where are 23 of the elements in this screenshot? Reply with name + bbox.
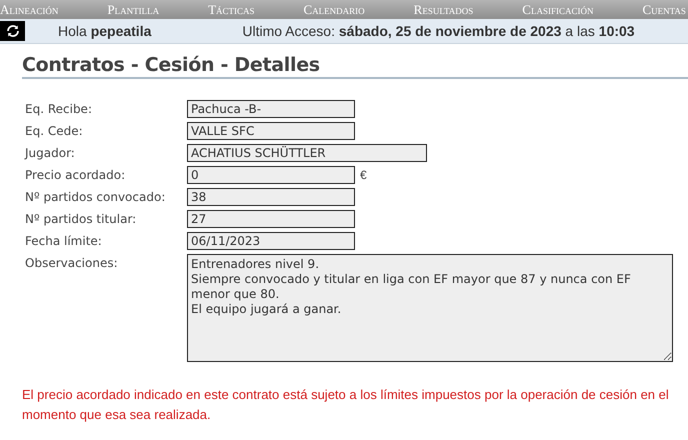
- field-label: Observaciones:: [25, 255, 119, 272]
- input-field[interactable]: VALLE SFC: [187, 122, 355, 140]
- field-label: Nº partidos convocado:: [25, 189, 166, 206]
- input-field[interactable]: 38: [187, 188, 355, 206]
- notes-field[interactable]: Entrenadores nivel 9. Siempre convocado y titular en liga con EF mayor que 87 y nunca con EF menor que 80. El equipo jugará a ganar.: [187, 254, 673, 362]
- input-field[interactable]: 27: [187, 210, 355, 228]
- last-access-text: Ultimo Acceso: sábado, 25 de noviembre de 2023 a las 10:03: [242, 23, 635, 39]
- unit-text: €: [360, 167, 367, 184]
- field-label: Eq. Cede:: [25, 123, 84, 140]
- field-label: Eq. Recibe:: [25, 101, 93, 118]
- field-label: Jugador:: [25, 145, 76, 162]
- input-field[interactable]: 06/11/2023: [187, 232, 355, 250]
- input-field[interactable]: 0: [187, 166, 355, 184]
- page-title: Contratos - Cesión - Detalles: [22, 54, 688, 79]
- field-label: Nº partidos titular:: [25, 211, 138, 228]
- input-field[interactable]: ACHATIUS SCHÜTTLER: [187, 144, 427, 162]
- notice-text: El precio acordado indicado en este contrato está sujeto a los límites impuestos por la operación de cesión en el momento que esa sea realizada.: [22, 386, 670, 424]
- refresh-icon: [4, 24, 20, 38]
- greeting-text: Hola pepeatila: [58, 23, 152, 39]
- refresh-button[interactable]: [0, 21, 25, 41]
- field-label: Fecha límite:: [25, 233, 103, 250]
- input-field[interactable]: Pachuca -B-: [187, 100, 355, 118]
- field-label: Precio acordado:: [25, 167, 126, 184]
